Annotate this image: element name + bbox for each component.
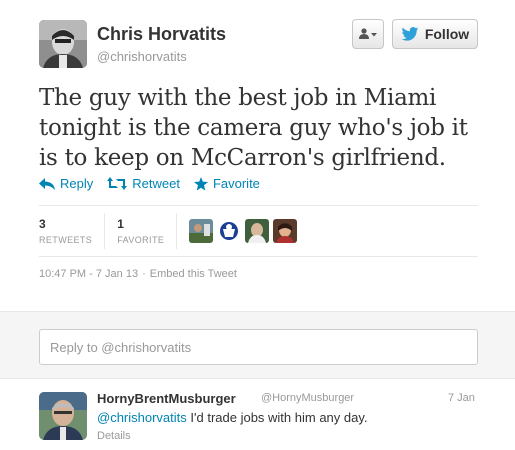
tweet-stats: 3 RETWEETS 1 FAVORITE [39,205,478,257]
retweets-count: 3 [39,217,46,231]
favoriter-avatar[interactable] [245,219,270,243]
favorite-action[interactable]: Favorite [193,176,260,191]
user-dropdown-icon [359,28,377,39]
author-handle[interactable]: @chrishorvatits [97,49,187,64]
follow-label: Follow [424,26,470,42]
author-avatar[interactable] [39,20,87,68]
favoriters-avatars [189,219,298,243]
follow-button[interactable]: Follow [392,19,478,49]
reply-area: Reply to @chrishorvatits [0,311,515,379]
tweet-meta: 10:47 PM - 7 Jan 13 · Embed this Tweet [39,268,237,280]
reply-icon [39,177,55,190]
favorites-stat[interactable]: 1 FAVORITE [117,213,178,249]
retweet-label: Retweet [132,176,180,191]
reply-time[interactable]: 7 Jan [448,392,475,404]
star-icon [193,176,208,190]
tweet-actions: Reply Retweet Favorite [39,176,260,191]
reply-label: Reply [60,176,94,191]
tweet-timestamp[interactable]: 10:47 PM - 7 Jan 13 [39,268,138,280]
meta-separator: · [142,268,146,280]
favorites-label: FAVORITE [117,235,165,245]
favorites-count: 1 [117,217,124,231]
reply-body: I'd trade jobs with him any day. [186,410,368,425]
tweet-card: Chris Horvatits @chrishorvatits Follow T… [0,0,515,310]
favoriter-avatar[interactable] [273,219,298,243]
embed-link[interactable]: Embed this Tweet [150,268,237,280]
author-name[interactable]: Chris Horvatits [97,24,226,45]
retweets-label: RETWEETS [39,235,93,245]
reply-author-name[interactable]: HornyBrentMusburger [97,391,236,406]
reply-author-handle[interactable]: @HornyMusburger [261,392,354,404]
retweet-action[interactable]: Retweet [107,176,180,191]
reply-text: @chrishorvatits I'd trade jobs with him … [97,410,368,425]
twitter-bird-icon [401,27,419,41]
tweet-text: The guy with the best job in Miami tonig… [39,85,468,171]
reply-mention[interactable]: @chrishorvatits [97,410,187,425]
retweets-stat[interactable]: 3 RETWEETS [39,213,106,249]
favoriter-avatar[interactable] [217,219,242,243]
reply-author-avatar[interactable] [39,392,87,440]
reply-tweet[interactable]: HornyBrentMusburger @HornyMusburger 7 Ja… [0,380,515,450]
reply-action[interactable]: Reply [39,176,93,191]
favoriter-avatar[interactable] [189,219,214,243]
favorite-label: Favorite [212,176,260,191]
reply-input[interactable]: Reply to @chrishorvatits [39,329,478,365]
user-actions-button[interactable] [352,19,384,49]
retweet-icon [107,177,128,190]
reply-details-link[interactable]: Details [97,430,131,442]
